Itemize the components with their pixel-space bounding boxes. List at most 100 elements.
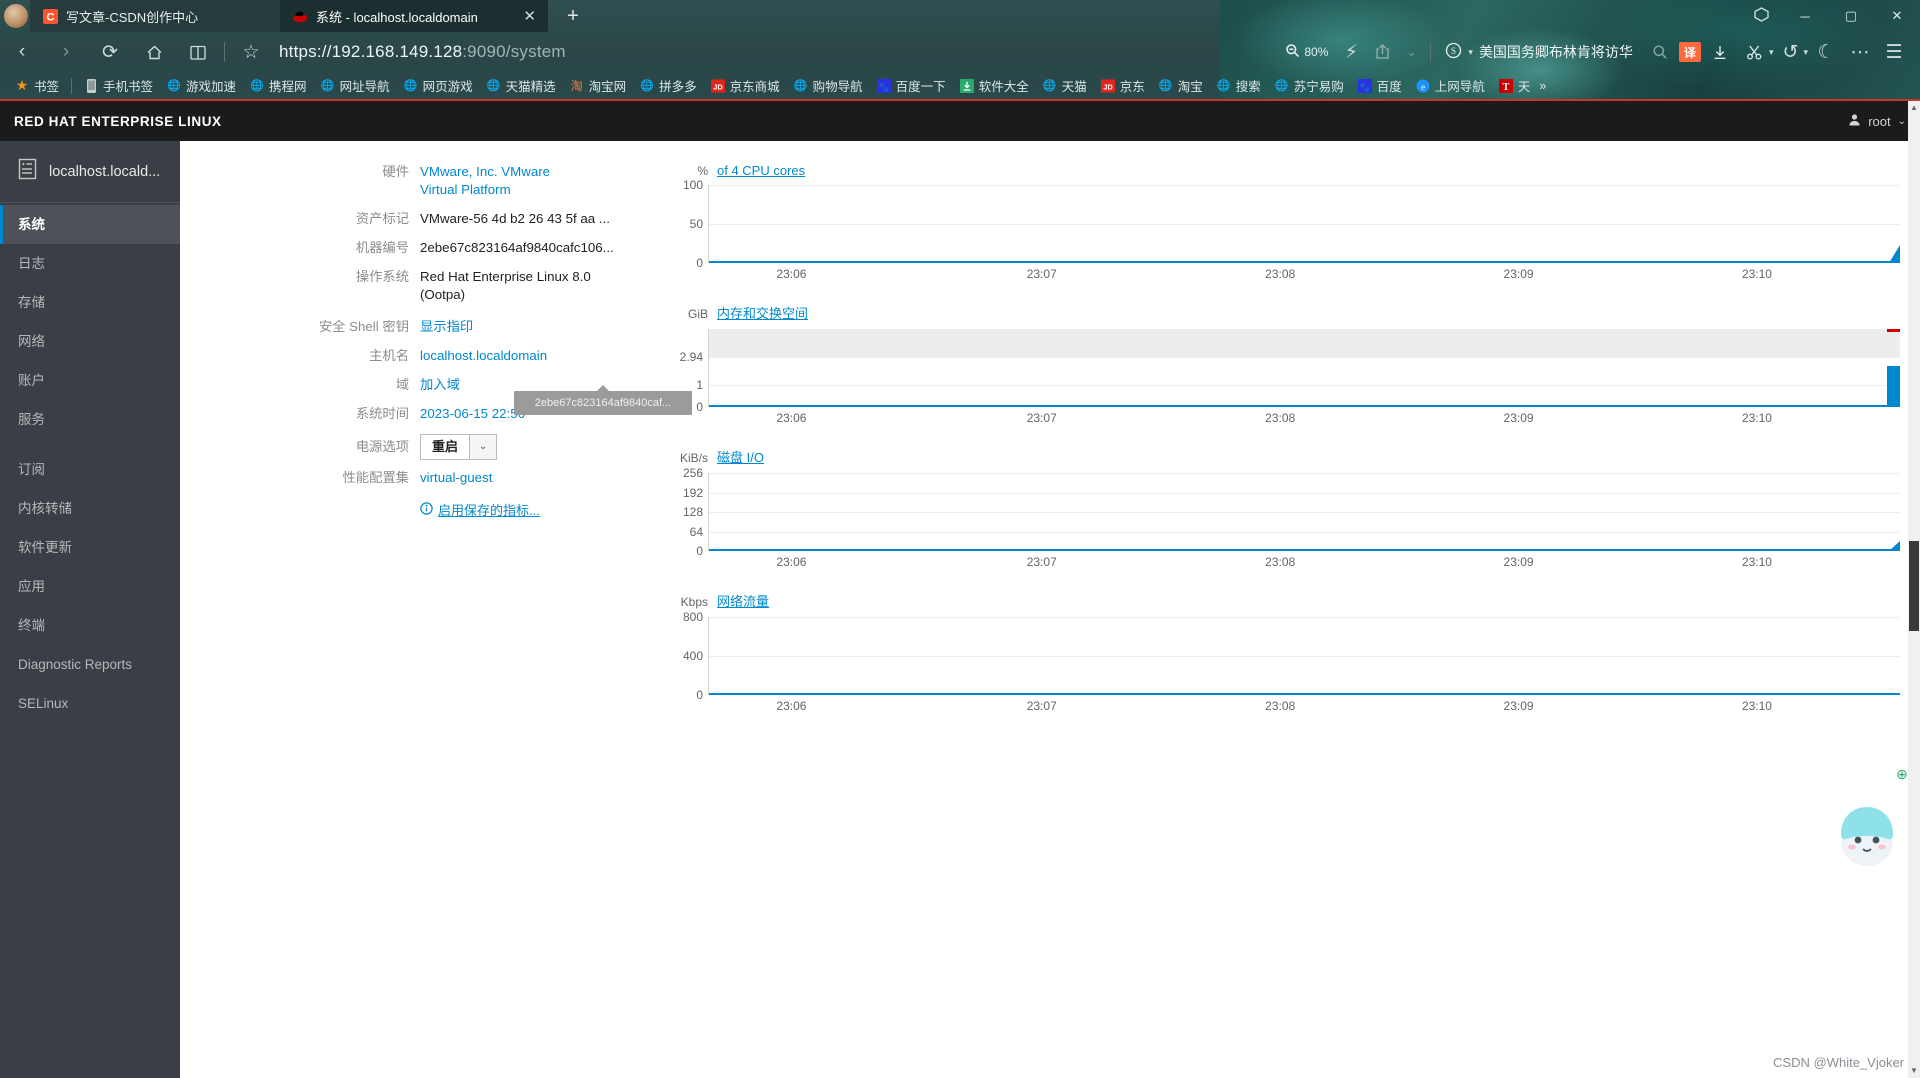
bookmark-item[interactable]: JD 京东: [1094, 75, 1152, 97]
show-fingerprints-link[interactable]: 显示指印: [420, 319, 473, 334]
bookmark-item[interactable]: 🌐 游戏加速: [160, 75, 243, 97]
join-domain-link[interactable]: 加入域: [420, 377, 460, 392]
new-tab-button[interactable]: +: [560, 4, 586, 28]
bookmark-item[interactable]: 🌐 搜索: [1210, 75, 1268, 97]
minimize-button[interactable]: ─: [1782, 0, 1828, 32]
bookmarks-overflow-button[interactable]: »: [1537, 75, 1553, 97]
tab-cockpit[interactable]: 系统 - localhost.localdomain ✕: [280, 0, 548, 32]
bookmark-item[interactable]: 🌐 拼多多: [633, 75, 704, 97]
search-caret-icon[interactable]: ▾: [1468, 47, 1473, 58]
scrollbar-thumb[interactable]: [1909, 541, 1919, 631]
bookmark-item[interactable]: 🌐 天猫: [1036, 75, 1094, 97]
bookmark-item[interactable]: 🌐 天猫精选: [480, 75, 563, 97]
sidebar-item-logs[interactable]: 日志: [0, 244, 180, 283]
sidebar-item-applications[interactable]: 应用: [0, 567, 180, 606]
scroll-down-button[interactable]: ▼: [1908, 1064, 1920, 1078]
hardware-link[interactable]: VMware, Inc. VMware Virtual Platform: [420, 164, 550, 197]
bookmark-item[interactable]: 🌐 网页游戏: [397, 75, 480, 97]
bookmark-label: 书签: [34, 80, 60, 94]
scroll-up-button[interactable]: ▲: [1908, 101, 1920, 115]
power-options-caret-icon[interactable]: ⌄: [470, 434, 498, 460]
more-options-icon[interactable]: ⋯: [1844, 32, 1876, 72]
translate-icon[interactable]: 译: [1678, 42, 1701, 62]
dark-mode-icon[interactable]: ☾: [1810, 32, 1842, 72]
zoom-control[interactable]: 80%: [1285, 43, 1328, 61]
info-label: 机器编号: [355, 240, 409, 255]
search-headline[interactable]: 美国国务卿布林肯将访华: [1479, 42, 1633, 62]
sidebar-item-system[interactable]: 系统: [0, 205, 180, 244]
bookmark-item[interactable]: T 天: [1492, 75, 1538, 97]
info-row-machine-id: 机器编号 2ebe67c823164af9840cafc106...: [190, 239, 650, 257]
tab-csdn[interactable]: C 写文章-CSDN创作中心: [30, 0, 280, 32]
bookmark-item[interactable]: ★ 书签: [8, 75, 66, 97]
globe-icon: 🌐: [793, 80, 808, 92]
floating-assistant-icon[interactable]: ⊕: [1896, 766, 1912, 782]
screenshot-caret-icon[interactable]: ▾: [1769, 47, 1774, 58]
sidebar-item-terminal[interactable]: 终端: [0, 606, 180, 645]
reload-button[interactable]: ⟳: [88, 32, 132, 72]
x-tick: 23:10: [1741, 267, 1772, 281]
restart-button[interactable]: 重启: [420, 434, 471, 460]
chart-title-link[interactable]: 磁盘 I/O: [717, 447, 764, 466]
sidebar-item-accounts[interactable]: 账户: [0, 361, 180, 400]
sidebar-item-kdump[interactable]: 内核转储: [0, 489, 180, 528]
bookmark-item[interactable]: 软件大全: [953, 75, 1036, 97]
performance-profile-link[interactable]: virtual-guest: [420, 470, 492, 485]
home-button[interactable]: [132, 32, 176, 72]
sidebar-item-selinux[interactable]: SELinux: [0, 684, 180, 723]
y-tick: 64: [689, 524, 703, 539]
forward-button[interactable]: ›: [44, 32, 88, 72]
bookmark-item[interactable]: 🌐 网址导航: [314, 75, 397, 97]
bookmark-item[interactable]: 🌐 苏宁易购: [1268, 75, 1351, 97]
sidebar-item-storage[interactable]: 存储: [0, 283, 180, 322]
reading-list-icon[interactable]: [176, 32, 220, 72]
e-icon: e: [1416, 79, 1430, 93]
chevron-down-icon[interactable]: ⌄: [1398, 32, 1424, 72]
page-scrollbar[interactable]: ▲ ▼: [1908, 101, 1920, 1078]
mascot-icon[interactable]: [1828, 792, 1906, 870]
history-icon[interactable]: ↺: [1775, 32, 1805, 72]
extensions-icon[interactable]: [1753, 6, 1770, 27]
enable-stored-metrics-link[interactable]: 启用保存的指标...: [420, 502, 540, 520]
history-caret-icon[interactable]: ▾: [1803, 47, 1808, 58]
chart-title-link[interactable]: 内存和交换空间: [717, 303, 808, 322]
system-time-link[interactable]: 2023-06-15 22:56: [420, 406, 525, 421]
machine-id-value[interactable]: 2ebe67c823164af9840cafc106...: [420, 239, 614, 257]
sidebar-item-services[interactable]: 服务: [0, 400, 180, 439]
address-bar[interactable]: https://192.168.149.128:9090/system: [273, 32, 1285, 72]
bookmark-item[interactable]: 手机书签: [77, 75, 160, 97]
sidebar-item-networking[interactable]: 网络: [0, 322, 180, 361]
bookmark-item[interactable]: 🌐 淘宝: [1152, 75, 1210, 97]
chart-title-link[interactable]: 网络流量: [717, 591, 769, 610]
host-selector[interactable]: localhost.locald...: [0, 141, 180, 203]
t-icon: T: [1498, 78, 1513, 93]
bookmark-star-icon[interactable]: ☆: [229, 32, 273, 72]
bookmark-item[interactable]: 🌐 购物导航: [787, 75, 870, 97]
hostname-link[interactable]: localhost.localdomain: [420, 348, 547, 363]
tab-title: 写文章-CSDN创作中心: [66, 9, 199, 25]
maximize-button[interactable]: ▢: [1828, 0, 1874, 32]
bookmark-item[interactable]: 🐾 百度: [1351, 75, 1409, 97]
zoom-out-icon[interactable]: [1285, 43, 1300, 61]
speed-icon[interactable]: ⚡: [1336, 32, 1366, 72]
search-shortcut[interactable]: S ▾ 美国国务卿布林肯将访华: [1437, 42, 1641, 62]
chart-title-link[interactable]: of 4 CPU cores: [717, 163, 805, 178]
sidebar-item-software-updates[interactable]: 软件更新: [0, 528, 180, 567]
search-icon[interactable]: [1643, 32, 1677, 72]
bookmark-item[interactable]: 淘淘宝网: [563, 75, 634, 97]
close-window-button[interactable]: ✕: [1874, 0, 1920, 32]
sidebar-item-diagnostic-reports[interactable]: Diagnostic Reports: [0, 645, 180, 684]
back-button[interactable]: ‹: [0, 32, 44, 72]
download-icon[interactable]: [1703, 32, 1737, 72]
bookmark-item[interactable]: JD 京东商城: [704, 75, 787, 97]
menu-icon[interactable]: ☰: [1878, 32, 1910, 72]
bookmark-item[interactable]: 🐾 百度一下: [870, 75, 953, 97]
user-menu[interactable]: root ⌄: [1848, 113, 1906, 129]
tab-close-button[interactable]: ✕: [523, 9, 536, 24]
screenshot-icon[interactable]: [1739, 32, 1771, 72]
bookmark-item[interactable]: e 上网导航: [1409, 75, 1492, 97]
bookmark-item[interactable]: 🌐 携程网: [243, 75, 314, 97]
avatar[interactable]: [4, 4, 28, 28]
sidebar-item-subscriptions[interactable]: 订阅: [0, 450, 180, 489]
share-icon[interactable]: [1368, 32, 1396, 72]
